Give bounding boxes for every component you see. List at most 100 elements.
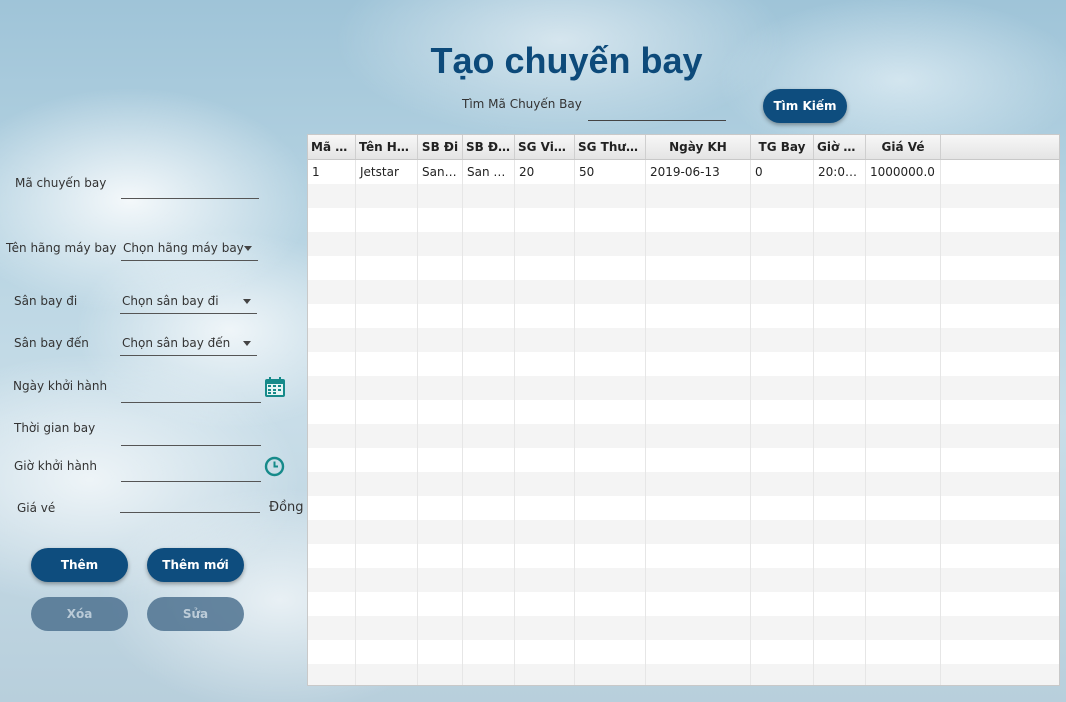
table-cell: [463, 640, 515, 664]
thoi-gian-bay-field[interactable]: [121, 423, 261, 446]
column-header[interactable]: Giờ KH: [814, 135, 866, 159]
table-row[interactable]: [308, 496, 1059, 520]
flights-table[interactable]: Mã CB Tên HMB SB Đi SB Đến SG Vip ... SG Thườ…: [307, 134, 1060, 686]
column-header[interactable]: SB Đi: [418, 135, 463, 159]
search-button[interactable]: Tìm Kiếm: [763, 89, 847, 123]
table-row[interactable]: [308, 568, 1059, 592]
table-cell: [463, 472, 515, 496]
table-row[interactable]: 1 Jetstar San ... San ba... 20 50 2019-06-13 0 2…: [308, 160, 1059, 184]
table-cell: [463, 304, 515, 328]
table-cell: [308, 544, 356, 568]
table-cell: [575, 256, 646, 280]
table-cell: [814, 232, 866, 256]
table-row[interactable]: [308, 304, 1059, 328]
table-cell: [575, 472, 646, 496]
column-header[interactable]: [941, 135, 1059, 159]
ma-chuyen-bay-field[interactable]: [121, 176, 259, 199]
table-cell: [463, 448, 515, 472]
table-cell: [308, 400, 356, 424]
table-row[interactable]: [308, 400, 1059, 424]
column-header[interactable]: TG Bay: [751, 135, 814, 159]
table-row[interactable]: [308, 352, 1059, 376]
table-cell: [308, 664, 356, 685]
column-header[interactable]: SG Vip ...: [515, 135, 575, 159]
gia-ve-field[interactable]: [120, 490, 260, 513]
table-cell: [418, 232, 463, 256]
table-row[interactable]: [308, 520, 1059, 544]
them-moi-button[interactable]: Thêm mới: [147, 548, 244, 582]
column-header[interactable]: Mã CB: [308, 135, 356, 159]
table-cell: [308, 184, 356, 208]
search-input[interactable]: [588, 96, 726, 121]
table-cell: [814, 664, 866, 685]
table-cell: [418, 592, 463, 616]
gio-khoi-hanh-field[interactable]: [121, 459, 261, 482]
table-cell: [646, 400, 751, 424]
table-row[interactable]: [308, 664, 1059, 685]
table-cell: [515, 256, 575, 280]
column-header[interactable]: SG Thườ...: [575, 135, 646, 159]
table-cell: [575, 280, 646, 304]
table-row[interactable]: [308, 424, 1059, 448]
table-cell: [814, 616, 866, 640]
table-row[interactable]: [308, 232, 1059, 256]
table-cell: [646, 208, 751, 232]
column-header[interactable]: Giá Vé: [866, 135, 941, 159]
table-cell: [941, 376, 1059, 400]
them-button[interactable]: Thêm: [31, 548, 128, 582]
table-row[interactable]: [308, 376, 1059, 400]
san-bay-den-select[interactable]: Chọn sân bay đến: [120, 331, 257, 356]
table-row[interactable]: [308, 280, 1059, 304]
table-cell: [941, 664, 1059, 685]
san-bay-den-value: Chọn sân bay đến: [122, 336, 231, 350]
table-cell: [941, 616, 1059, 640]
table-cell: [866, 640, 941, 664]
table-row[interactable]: [308, 592, 1059, 616]
table-cell: [814, 184, 866, 208]
calendar-icon[interactable]: [264, 376, 286, 398]
xoa-button[interactable]: Xóa: [31, 597, 128, 631]
column-header[interactable]: Tên HMB: [356, 135, 418, 159]
clock-icon[interactable]: [264, 456, 285, 477]
table-row[interactable]: [308, 184, 1059, 208]
table-cell: [814, 640, 866, 664]
ngay-khoi-hanh-field[interactable]: [121, 380, 261, 403]
chevron-down-icon: [243, 299, 251, 304]
table-cell: [866, 592, 941, 616]
table-cell: [646, 352, 751, 376]
hang-may-bay-select[interactable]: Chọn hãng máy bay: [121, 236, 258, 261]
table-row[interactable]: [308, 328, 1059, 352]
table-cell: [751, 400, 814, 424]
table-cell: [751, 640, 814, 664]
table-cell: [308, 352, 356, 376]
san-bay-di-select[interactable]: Chọn sân bay đi: [120, 289, 257, 314]
table-cell: [646, 664, 751, 685]
table-cell: [866, 616, 941, 640]
table-row[interactable]: [308, 544, 1059, 568]
table-cell: [463, 280, 515, 304]
table-cell: [575, 352, 646, 376]
table-cell: [751, 448, 814, 472]
table-cell: [941, 568, 1059, 592]
table-cell: [356, 304, 418, 328]
table-cell: [575, 328, 646, 352]
table-row[interactable]: [308, 208, 1059, 232]
table-cell: [308, 376, 356, 400]
table-cell: [866, 400, 941, 424]
sua-button[interactable]: Sửa: [147, 597, 244, 631]
hang-may-bay-value: Chọn hãng máy bay: [123, 241, 244, 255]
table-row[interactable]: [308, 640, 1059, 664]
table-row[interactable]: [308, 256, 1059, 280]
column-header[interactable]: SB Đến: [463, 135, 515, 159]
table-row[interactable]: [308, 472, 1059, 496]
table-row[interactable]: [308, 616, 1059, 640]
table-row[interactable]: [308, 448, 1059, 472]
column-header[interactable]: Ngày KH: [646, 135, 751, 159]
search-label: Tìm Mã Chuyến Bay: [462, 97, 582, 111]
table-cell: 2019-06-13: [646, 160, 751, 184]
table-cell: [515, 616, 575, 640]
table-cell: [356, 208, 418, 232]
table-cell: [575, 664, 646, 685]
table-cell: [515, 376, 575, 400]
table-cell: [418, 184, 463, 208]
